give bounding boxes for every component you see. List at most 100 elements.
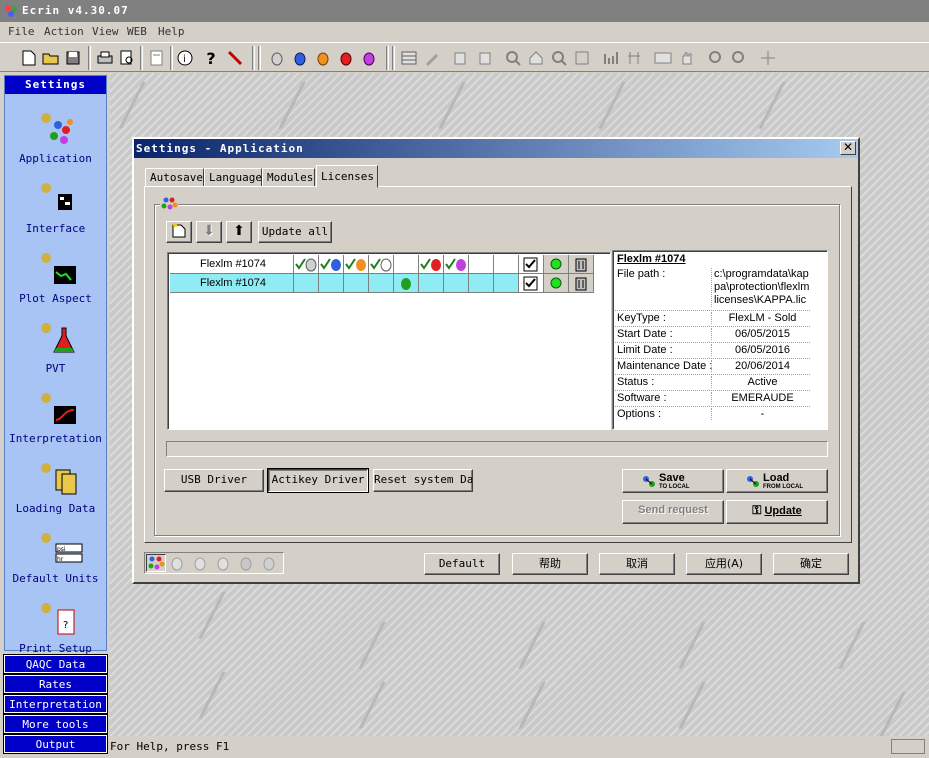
menu-view[interactable]: View bbox=[92, 25, 119, 38]
menu-web[interactable]: WEB bbox=[127, 25, 147, 38]
sidebar-item-label: Interpretation bbox=[9, 432, 102, 445]
save-disk-icon[interactable] bbox=[62, 47, 84, 69]
menu-action[interactable]: Action bbox=[44, 25, 84, 38]
delete-license-icon[interactable] bbox=[569, 274, 594, 293]
help-button[interactable]: 帮助 bbox=[512, 553, 588, 575]
sidebar-section-more-tools[interactable]: More tools bbox=[3, 714, 108, 734]
info-value: c:\programdata\kap pa\protection\flexlm … bbox=[711, 268, 811, 307]
info-row-software: Software : EMERAUDE bbox=[615, 391, 810, 407]
update-all-button[interactable]: Update all bbox=[258, 221, 332, 243]
help-question-icon[interactable]: ? bbox=[200, 47, 222, 69]
default-units-icon: psi hr bbox=[36, 530, 82, 570]
menu-bar: File Action View WEB Help bbox=[0, 22, 929, 42]
module-empty-cell bbox=[494, 255, 519, 274]
actikey-driver-button[interactable]: Actikey Driver bbox=[267, 468, 369, 493]
dialog-title-bar[interactable]: Settings - Application ✕ bbox=[134, 139, 858, 158]
status-resize-grip[interactable] bbox=[891, 739, 925, 754]
module-grey-icon[interactable] bbox=[266, 47, 288, 69]
module-disabled-icon-1[interactable] bbox=[168, 554, 190, 572]
sidebar-item-label: Interface bbox=[25, 222, 86, 235]
open-folder-icon[interactable] bbox=[40, 47, 62, 69]
default-button[interactable]: Default bbox=[424, 553, 500, 575]
table-row[interactable]: Flexlm #1074 bbox=[170, 255, 594, 274]
sidebar-item-application[interactable]: Application bbox=[5, 110, 106, 165]
sidebar-header-settings[interactable]: Settings bbox=[5, 76, 106, 94]
licenses-frame-icon bbox=[160, 195, 178, 213]
arrow-down-icon: ⬇ bbox=[203, 223, 215, 239]
apply-button[interactable]: 应用(A) bbox=[686, 553, 762, 575]
module-disabled-icon-3[interactable] bbox=[214, 554, 236, 572]
info-value: Active bbox=[711, 376, 811, 388]
license-list[interactable]: Flexlm #1074 Flexlm #1074 bbox=[167, 252, 611, 430]
menu-help[interactable]: Help bbox=[158, 25, 185, 38]
table-row-selected[interactable]: Flexlm #1074 bbox=[170, 274, 594, 293]
paste-icon bbox=[473, 47, 495, 69]
delete-license-icon[interactable] bbox=[569, 255, 594, 274]
app-logo-icon bbox=[5, 5, 17, 17]
info-icon[interactable]: i bbox=[174, 47, 196, 69]
module-purple-icon[interactable] bbox=[358, 47, 380, 69]
info-value: 06/05/2016 bbox=[711, 344, 811, 356]
zoom-all-icon bbox=[571, 47, 593, 69]
print-preview-icon[interactable] bbox=[116, 47, 138, 69]
sidebar-item-pvt[interactable]: PVT bbox=[5, 320, 106, 375]
sidebar-section-interpretation[interactable]: Interpretation bbox=[3, 694, 108, 714]
sidebar-section-qaqc[interactable]: QAQC Data bbox=[3, 654, 108, 674]
usb-driver-button[interactable]: USB Driver bbox=[164, 469, 264, 492]
move-down-button[interactable]: ⬇ bbox=[196, 221, 222, 243]
module-disabled-icon-4[interactable] bbox=[237, 554, 259, 572]
update-button[interactable]: ⚿ Update bbox=[726, 500, 828, 524]
report-icon[interactable] bbox=[146, 47, 168, 69]
tab-modules[interactable]: Modules bbox=[262, 168, 315, 187]
module-disabled-icon-5[interactable] bbox=[260, 554, 282, 572]
file-path-line: pa\protection\flexlm bbox=[714, 281, 810, 293]
cancel-button[interactable]: 取消 bbox=[599, 553, 675, 575]
save-to-local-button[interactable]: Save TO LOCAL bbox=[622, 469, 724, 493]
module-blue-icon[interactable] bbox=[289, 47, 311, 69]
sidebar-section-rates[interactable]: Rates bbox=[3, 674, 108, 694]
tab-licenses[interactable]: Licenses bbox=[316, 165, 378, 188]
sidebar-item-interface[interactable]: Interface bbox=[5, 180, 106, 235]
dialog-title: Settings - Application bbox=[136, 142, 304, 155]
license-checkbox[interactable] bbox=[519, 274, 544, 293]
new-file-icon[interactable] bbox=[18, 47, 40, 69]
send-request-button[interactable]: Send request bbox=[622, 500, 724, 524]
horizontal-scrollbar[interactable] bbox=[166, 441, 828, 457]
module-empty-cell bbox=[444, 274, 469, 293]
settings-dialog: Settings - Application ✕ Autosave Langua… bbox=[132, 137, 860, 584]
module-disabled-icon-2[interactable] bbox=[191, 554, 213, 572]
move-up-button[interactable]: ⬆ bbox=[226, 221, 252, 243]
license-checkbox[interactable] bbox=[519, 255, 544, 274]
reset-system-date-button[interactable]: Reset system Date bbox=[373, 469, 473, 492]
tab-language[interactable]: Language bbox=[204, 168, 262, 187]
module-orange-icon[interactable] bbox=[312, 47, 334, 69]
close-icon[interactable]: ✕ bbox=[840, 141, 856, 155]
module-purple-check-icon bbox=[444, 255, 469, 274]
sidebar-section-output[interactable]: Output bbox=[3, 734, 108, 754]
print-icon[interactable] bbox=[94, 47, 116, 69]
new-license-button[interactable] bbox=[166, 221, 192, 243]
toolbar: i ? bbox=[0, 42, 929, 72]
sidebar-item-default-units[interactable]: psi hr Default Units bbox=[5, 530, 106, 585]
context-help-icon[interactable] bbox=[224, 47, 246, 69]
svg-text:i: i bbox=[183, 54, 186, 65]
settings-panel: Settings Application Interface Plot Aspe… bbox=[4, 75, 107, 655]
interface-icon bbox=[36, 180, 76, 220]
tab-autosave[interactable]: Autosave bbox=[145, 168, 204, 187]
grid-icon bbox=[623, 47, 645, 69]
sidebar-item-interpretation[interactable]: Interpretation bbox=[5, 390, 106, 445]
sidebar-item-plot-aspect[interactable]: Plot Aspect bbox=[5, 250, 106, 305]
all-modules-icon[interactable] bbox=[146, 554, 166, 572]
sidebar-item-print-setup[interactable]: ? Print Setup bbox=[5, 600, 106, 655]
info-label: KeyType : bbox=[617, 312, 666, 324]
ok-button[interactable]: 确定 bbox=[773, 553, 849, 575]
sidebar-item-label: Plot Aspect bbox=[19, 292, 92, 305]
plot-aspect-icon bbox=[36, 250, 76, 290]
license-info-panel: Flexlm #1074 File path : c:\programdata\… bbox=[612, 250, 828, 430]
info-value: EMERAUDE bbox=[711, 392, 811, 404]
info-row-file-path: File path : c:\programdata\kap pa\protec… bbox=[615, 267, 810, 311]
load-from-local-button[interactable]: Load FROM LOCAL bbox=[726, 469, 828, 493]
sidebar-item-loading-data[interactable]: Loading Data bbox=[5, 460, 106, 515]
module-red-icon[interactable] bbox=[335, 47, 357, 69]
menu-file[interactable]: File bbox=[8, 25, 35, 38]
